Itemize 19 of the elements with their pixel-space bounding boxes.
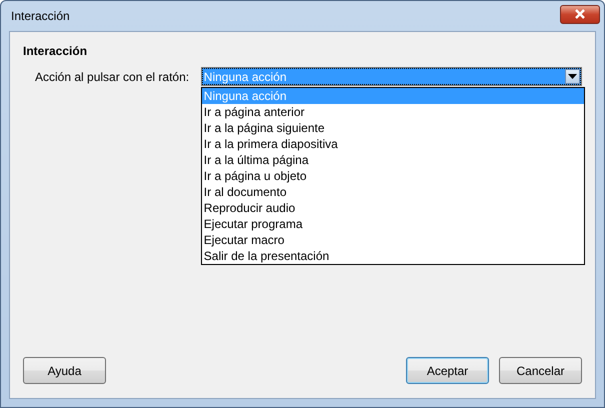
dropdown-option[interactable]: Ir a página anterior xyxy=(202,104,584,120)
dialog-button[interactable]: Cancelar xyxy=(499,357,582,384)
dropdown-option[interactable]: Ir al documento xyxy=(202,184,584,200)
dropdown-option[interactable]: Reproducir audio xyxy=(202,200,584,216)
window-title: Interacción xyxy=(10,9,70,23)
caret-icon xyxy=(568,74,577,79)
default-button[interactable]: Aceptar xyxy=(406,357,489,384)
dropdown-option[interactable]: Ir a página u objeto xyxy=(202,168,584,184)
dropdown-option[interactable]: Ir a la primera diapositiva xyxy=(202,136,584,152)
dropdown-option[interactable]: Ir a la página siguiente xyxy=(202,120,584,136)
dropdown-option[interactable]: Ejecutar macro xyxy=(202,232,584,248)
field-label: Acción al pulsar con el ratón: xyxy=(35,69,190,84)
close-icon xyxy=(574,9,586,19)
dropdown-option[interactable]: Ir a la última página xyxy=(202,152,584,168)
dropdown-option[interactable]: Ejecutar programa xyxy=(202,216,584,232)
dialog-button[interactable]: Ayuda xyxy=(23,357,106,384)
section-heading: Interacción xyxy=(23,44,88,58)
dropdown-option[interactable]: Salir de la presentación xyxy=(202,248,584,264)
close-button[interactable] xyxy=(560,4,600,24)
